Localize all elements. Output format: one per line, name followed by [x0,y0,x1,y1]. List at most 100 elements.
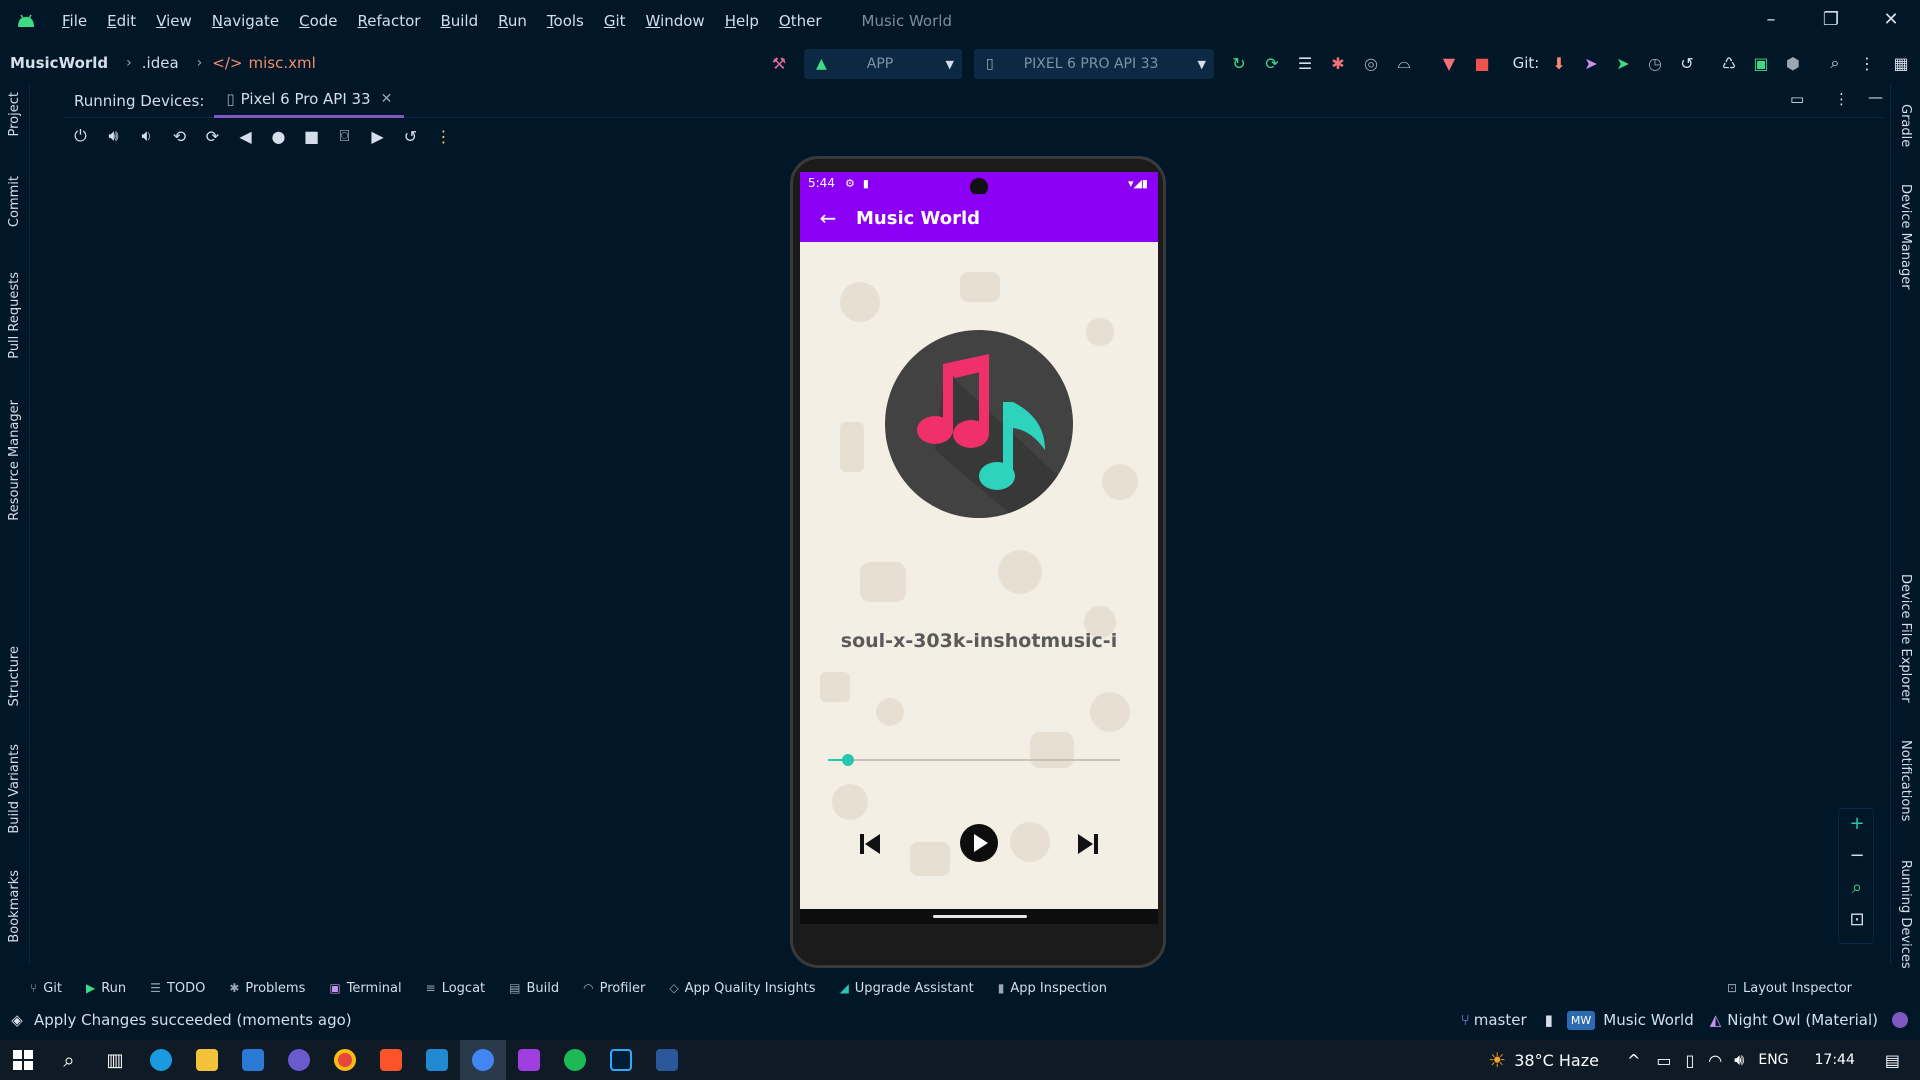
restore-window-icon[interactable]: ❐ [1802,0,1860,38]
volume-up-icon[interactable]: 🔊︎ [97,126,130,146]
attach-debugger-icon[interactable]: ⌓ [1391,50,1417,76]
menu-window[interactable]: Window [636,0,715,42]
screenshot-icon[interactable]: ⌼ [328,126,361,146]
tool-tab-build[interactable]: ▤ Build [509,981,559,996]
tab-device[interactable]: ▯ Pixel 6 Pro API 33 ✕ [214,84,405,118]
menu-other[interactable]: Other [769,0,832,42]
tool-tab-todo[interactable]: ☰ TODO [150,981,205,996]
search-icon[interactable]: ⌕ [46,1040,92,1080]
minimize-window-icon[interactable]: – [1742,0,1800,38]
device-icon[interactable]: ▯ [1685,1051,1694,1070]
wifi-icon[interactable]: ◠ [1708,1051,1722,1070]
weather-text[interactable]: 38°C Haze [1514,1051,1599,1070]
chrome-icon[interactable] [322,1040,368,1080]
apply-code-changes-icon[interactable]: ⟳ [1259,50,1285,76]
menu-file[interactable]: File [52,0,97,42]
read-only-icon[interactable]: ▮ [1545,1011,1553,1029]
clock[interactable]: 17:44 [1815,1052,1855,1068]
notifications-icon[interactable]: ▤ [1885,1051,1900,1070]
more-options-icon[interactable]: ⋮ [1834,90,1849,108]
sync-gradle-icon[interactable]: ♺ [1716,50,1742,76]
coverage-icon[interactable]: ☰ [1292,50,1318,76]
git-history-icon[interactable]: ◷ [1642,50,1668,76]
tool-tab-run[interactable]: ▶ Run [86,981,126,996]
apply-changes-restart-icon[interactable]: ↻ [1226,50,1252,76]
tool-pull-requests[interactable]: Pull Requests [7,272,22,359]
tool-tab-problems[interactable]: ✱ Problems [229,981,305,996]
sdk-manager-icon[interactable]: ⬢ [1780,50,1806,76]
hide-panel-icon[interactable]: — [1868,88,1883,106]
play-button[interactable] [960,824,998,866]
tool-tab-profiler[interactable]: ◠ Profiler [583,981,645,996]
next-track-button[interactable] [1076,832,1100,860]
breadcrumb-folder[interactable]: .idea [142,54,179,72]
tool-tab-upgrade-assistant[interactable]: ◢ Upgrade Assistant [840,981,974,996]
rotate-right-icon[interactable]: ⟳ [196,127,229,146]
avatar[interactable]: ▦ [1888,50,1914,76]
window-layout-icon[interactable]: ▭ [1790,90,1804,108]
tool-notifications[interactable]: Notifications [1898,740,1913,821]
battery-icon[interactable]: ▭ [1656,1051,1671,1070]
media-app-icon[interactable] [276,1040,322,1080]
menu-tools[interactable]: Tools [537,0,594,42]
search-icon[interactable]: ⌕ [1822,50,1848,76]
mail-icon[interactable] [230,1040,276,1080]
vscode-icon[interactable] [414,1040,460,1080]
word-icon[interactable] [644,1040,690,1080]
tool-structure[interactable]: Structure [7,646,22,706]
stop-icon[interactable]: ■ [1469,50,1495,76]
theme-name[interactable]: Night Owl (Material) [1727,1011,1878,1029]
brave-browser-icon[interactable] [368,1040,414,1080]
tool-build-variants[interactable]: Build Variants [7,744,22,834]
menu-refactor[interactable]: Refactor [348,0,431,42]
spotify-icon[interactable] [552,1040,598,1080]
volume-icon[interactable]: 🔊︎ [1734,1050,1744,1070]
tool-project[interactable]: Project [7,92,22,136]
actual-size-icon[interactable]: ⌕ [1839,877,1875,898]
android-studio-icon[interactable] [460,1040,506,1080]
status-message[interactable]: Apply Changes succeeded (moments ago) [34,1011,352,1029]
fit-screen-icon[interactable]: ⊡ [1839,909,1875,930]
git-rollback-icon[interactable]: ↺ [1674,50,1700,76]
menu-code[interactable]: Code [289,0,347,42]
git-update-icon[interactable]: ⬇ [1546,50,1572,76]
zoom-out-icon[interactable]: − [1839,845,1875,866]
tool-device-file-explorer[interactable]: Device File Explorer [1898,574,1913,703]
tool-tab-app-inspection[interactable]: ▮ App Inspection [998,981,1107,996]
reset-icon[interactable]: ↺ [394,127,427,146]
previous-track-button[interactable] [858,832,882,860]
more-options-icon[interactable]: ⋮ [1854,50,1880,76]
breadcrumb-project[interactable]: MusicWorld [0,54,108,72]
photoshop-icon[interactable] [598,1040,644,1080]
menu-run[interactable]: Run [488,0,537,42]
tool-bookmarks[interactable]: Bookmarks [7,870,22,943]
back-icon[interactable]: ◀ [229,127,262,146]
tool-running-devices[interactable]: Running Devices [1898,860,1913,969]
profile-icon[interactable]: ◎ [1358,50,1384,76]
overview-icon[interactable]: ■ [295,127,328,146]
zoom-in-icon[interactable]: + [1839,813,1875,834]
back-arrow-icon[interactable]: ← [800,206,856,230]
close-icon[interactable]: ✕ [381,91,393,107]
language-indicator[interactable]: ENG [1758,1052,1788,1068]
menu-build[interactable]: Build [430,0,488,42]
more-options-icon[interactable]: ⋮ [427,127,460,146]
screen-record-icon[interactable]: ▶ [361,127,394,146]
task-view-icon[interactable]: ▥ [92,1040,138,1080]
tool-tab-layout-inspector[interactable]: ⊡ Layout Inspector [1727,981,1852,996]
intellij-icon[interactable] [506,1040,552,1080]
tool-tab-git[interactable]: ⑂ Git [30,981,62,996]
menu-help[interactable]: Help [715,0,769,42]
run-config-select[interactable]: ▲ APP ▼ [804,49,962,79]
git-branch-name[interactable]: master [1474,1011,1527,1029]
seek-bar[interactable] [828,759,1120,761]
windows-start-icon[interactable] [0,1040,46,1080]
git-commit-icon[interactable]: ➤ [1610,50,1636,76]
tool-tab-app-quality-insights[interactable]: ◇ App Quality Insights [669,981,815,996]
memory-indicator[interactable] [1892,1012,1908,1028]
edge-browser-icon[interactable] [138,1040,184,1080]
menu-edit[interactable]: Edit [97,0,146,42]
debug-icon[interactable]: ✱ [1325,50,1351,76]
rotate-left-icon[interactable]: ⟲ [163,127,196,146]
menu-navigate[interactable]: Navigate [202,0,289,42]
